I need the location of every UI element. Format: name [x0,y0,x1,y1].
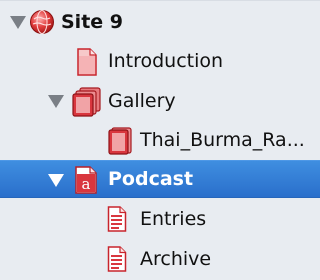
page-icon [76,48,98,80]
outline-item-label: Site 9 [61,11,124,33]
outline-item-label: Entries [140,208,207,230]
outline-item-entries[interactable]: Entries [0,200,320,238]
outline-item-label: Gallery [108,90,176,112]
outline-item-label: Archive [140,248,212,270]
photo-album-page-icon [107,127,133,159]
podcast-page-icon: a [74,166,98,198]
disclosure-triangle-icon[interactable] [48,174,64,187]
outline-item-introduction[interactable]: Introduction [0,42,320,80]
disclosure-triangle-icon[interactable] [48,95,64,108]
document-text-icon [107,206,127,236]
outline-item-podcast[interactable]: a Podcast [0,160,320,198]
outline-item-label: Introduction [108,50,224,72]
outline-item-label: Podcast [108,168,194,190]
site-globe-icon [29,9,55,39]
disclosure-triangle-icon[interactable] [10,16,26,29]
outline-item-label: Thai_Burma_Ra... [140,129,305,151]
svg-text:a: a [82,175,91,193]
photo-album-icon [72,87,102,121]
outline-item-archive[interactable]: Archive [0,240,320,278]
document-text-icon [107,246,127,276]
outline-item-gallery[interactable]: Gallery [0,82,320,120]
outline-item-thai-burma[interactable]: Thai_Burma_Ra... [0,121,320,159]
site-outline-panel: Site 9 Introduction Gallery Thai_Burma_R… [0,0,320,280]
outline-item-site-9[interactable]: Site 9 [0,3,320,41]
